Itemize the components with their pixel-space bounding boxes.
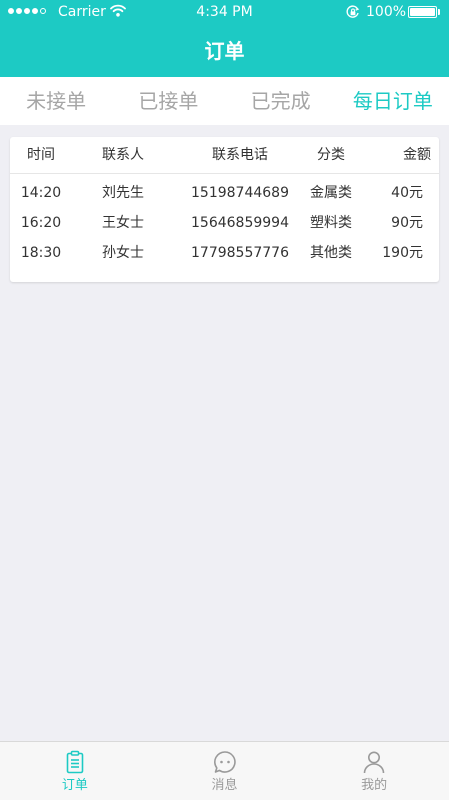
row-time: 16:20 — [20, 215, 62, 231]
row-contact: 孙女士 — [102, 245, 144, 261]
row-time: 18:30 — [20, 245, 62, 261]
header-amount: 金额 — [403, 147, 431, 163]
tabbar-label-orders: 订单 — [61, 778, 88, 793]
table-header: 时间 联系人 联系电话 分类 金额 — [10, 137, 439, 174]
tabbar-label-messages: 消息 — [211, 778, 238, 793]
row-phone: 17798557776 — [191, 245, 289, 261]
tabbar-label-profile: 我的 — [361, 778, 388, 793]
tabbar-item-messages[interactable]: 消息 — [150, 742, 300, 800]
row-contact: 刘先生 — [102, 185, 144, 201]
chat-bubble-icon — [213, 750, 237, 774]
header: Carrier 4:34 PM 100% 订单 — [0, 0, 449, 77]
table-row[interactable]: 16:20 王女士 15646859994 塑料类 90元 — [10, 208, 439, 238]
person-icon — [362, 750, 386, 774]
rotation-lock-icon — [346, 5, 360, 23]
tab-completed[interactable]: 已完成 — [225, 77, 337, 125]
row-amount: 40元 — [391, 185, 423, 201]
header-category: 分类 — [317, 147, 345, 163]
table-body: 14:20 刘先生 15198744689 金属类 40元 16:20 王女士 … — [10, 178, 439, 268]
row-time: 14:20 — [20, 185, 62, 201]
row-phone: 15646859994 — [191, 215, 289, 231]
tabbar-item-orders[interactable]: 订单 — [0, 742, 150, 800]
row-category: 其他类 — [310, 245, 352, 261]
row-phone: 15198744689 — [191, 185, 289, 201]
page-title: 订单 — [204, 39, 245, 63]
tabbar-item-profile[interactable]: 我的 — [299, 742, 449, 800]
status-bar: Carrier 4:34 PM 100% — [0, 0, 449, 24]
tab-pending[interactable]: 未接单 — [0, 77, 112, 125]
tab-daily-orders[interactable]: 每日订单 — [337, 77, 449, 125]
header-contact: 联系人 — [102, 147, 144, 163]
tab-accepted[interactable]: 已接单 — [112, 77, 224, 125]
battery-icon — [408, 6, 437, 18]
battery-percent: 100% — [366, 4, 407, 20]
row-amount: 90元 — [391, 215, 423, 231]
table-row[interactable]: 18:30 孙女士 17798557776 其他类 190元 — [10, 238, 439, 268]
row-contact: 王女士 — [102, 215, 144, 231]
order-tabs: 未接单 已接单 已完成 每日订单 — [0, 77, 449, 125]
battery-tip — [438, 9, 440, 15]
clipboard-icon — [63, 750, 87, 774]
row-category: 金属类 — [310, 185, 352, 201]
header-phone: 联系电话 — [212, 147, 268, 163]
row-category: 塑料类 — [310, 215, 352, 231]
header-time: 时间 — [27, 147, 55, 163]
row-amount: 190元 — [382, 245, 423, 261]
bottom-tab-bar: 订单 消息 我的 — [0, 741, 449, 800]
table-row[interactable]: 14:20 刘先生 15198744689 金属类 40元 — [10, 178, 439, 208]
orders-card: 时间 联系人 联系电话 分类 金额 14:20 刘先生 15198744689 … — [10, 137, 439, 282]
